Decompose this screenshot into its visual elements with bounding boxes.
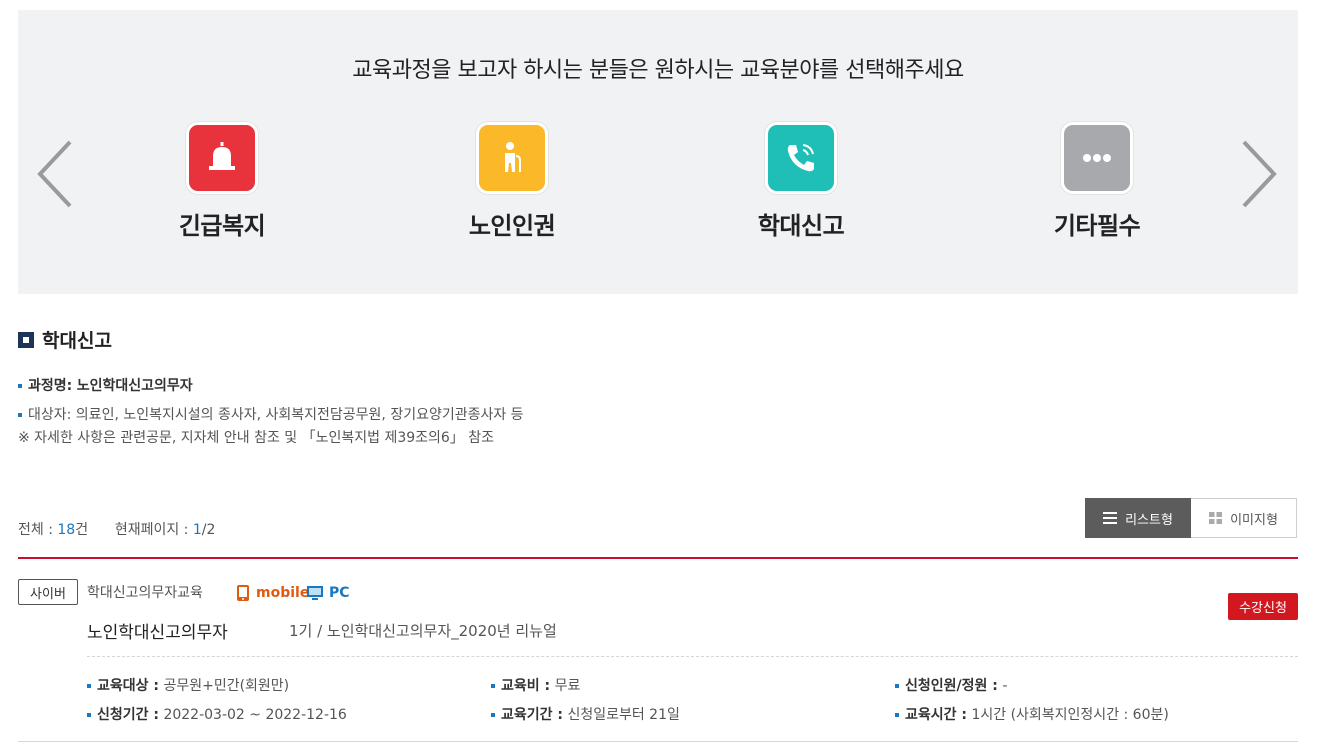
bullet-icon [18, 384, 22, 388]
phone-call-icon [787, 144, 814, 172]
category-tile [1061, 122, 1133, 194]
totals-info: 전체 : 18건 현재페이지 : 1/2 [18, 519, 215, 539]
detail-apply-period: 신청기간 : 2022-03-02 ~ 2022-12-16 [87, 704, 347, 724]
dashed-divider [87, 656, 1298, 657]
detail-value: 신청일로부터 21일 [563, 707, 680, 723]
category-tile [765, 122, 837, 194]
apply-button[interactable]: 수강신청 [1228, 593, 1298, 620]
mobile-badge: mobile [236, 584, 309, 602]
target-text: 대상자: 의료인, 노인복지시설의 종사자, 사회복지전담공무원, 장기요양기관… [28, 407, 524, 423]
category-label: 노인인권 [468, 212, 556, 240]
page-label: 현재페이지 : [114, 522, 193, 538]
panel-title: 교육과정을 보고자 하시는 분들은 원하시는 교육분야를 선택해주세요 [352, 58, 964, 83]
list-view-button[interactable]: 리스트형 [1085, 498, 1191, 538]
bottom-divider [18, 741, 1298, 742]
bullet-icon [87, 713, 91, 717]
image-view-button[interactable]: 이미지형 [1191, 498, 1297, 538]
bullet-icon [18, 413, 22, 417]
category-label: 학대신고 [757, 212, 845, 240]
course-title[interactable]: 노인학대신고의무자 [87, 618, 228, 643]
section-heading: 학대신고 [18, 326, 112, 353]
detail-edu-time: 교육시간 : 1시간 (사회복지인정시간 : 60분) [895, 704, 1169, 724]
detail-key: 교육비 : [501, 678, 551, 694]
bullet-icon [87, 684, 91, 688]
detail-value: 2022-03-02 ~ 2022-12-16 [159, 707, 347, 723]
prev-arrow-button[interactable] [36, 138, 76, 210]
square-bullet-icon [18, 331, 34, 348]
list-icon [1103, 512, 1118, 524]
section-title: 학대신고 [42, 330, 112, 352]
bullet-icon [895, 684, 899, 688]
detail-edu-period: 교육기간 : 신청일로부터 21일 [491, 704, 680, 724]
grid-icon [1209, 512, 1223, 524]
category-tile [476, 122, 548, 194]
course-name-label: 과정명: [28, 378, 73, 394]
category-panel: 교육과정을 보고자 하시는 분들은 원하시는 교육분야를 선택해주세요 긴급복지 [18, 10, 1298, 294]
category-elder-rights[interactable]: 노인인권 [412, 122, 612, 241]
detail-key: 신청기간 : [97, 707, 159, 723]
view-toggle: 리스트형 이미지형 [1085, 498, 1297, 538]
elderly-person-icon [505, 142, 521, 172]
course-session: 1기 / 노인학대신고의무자_2020년 리뉴얼 [289, 622, 557, 640]
category-other-required[interactable]: 기타필수 [997, 122, 1197, 241]
divider [18, 557, 1298, 559]
category-abuse-report[interactable]: 학대신고 [701, 122, 901, 241]
note-line: ※ 자세한 사항은 관련공문, 지자체 안내 참조 및 「노인복지법 제39조의… [18, 430, 495, 446]
course-name-line: 과정명: 노인학대신고의무자 [18, 375, 193, 395]
more-dots-icon [1083, 154, 1111, 162]
total-label: 전체 : [18, 522, 58, 538]
category-label: 긴급복지 [178, 212, 266, 240]
detail-value: 무료 [550, 678, 581, 694]
target-line: 대상자: 의료인, 노인복지시설의 종사자, 사회복지전담공무원, 장기요양기관… [18, 404, 524, 424]
detail-value: 1시간 (사회복지인정시간 : 60분) [967, 707, 1169, 723]
category-emergency-welfare[interactable]: 긴급복지 [122, 122, 322, 241]
detail-quota: 신청인원/정원 : - [895, 675, 1007, 695]
page-current: 1 [192, 522, 202, 538]
total-count: 18 [57, 522, 76, 538]
page-total: /2 [201, 522, 216, 538]
detail-key: 신청인원/정원 : [905, 678, 998, 694]
chevron-right-icon [1242, 140, 1277, 208]
total-unit: 건 [75, 522, 89, 538]
cyber-tag: 사이버 [18, 579, 78, 605]
detail-target: 교육대상 : 공무원+민간(회원만) [87, 675, 289, 695]
monitor-icon [307, 586, 323, 600]
mobile-phone-icon [237, 585, 249, 601]
category-tile [186, 122, 258, 194]
detail-fee: 교육비 : 무료 [491, 675, 580, 695]
alarm-bell-icon [209, 142, 235, 170]
detail-key: 교육시간 : [905, 707, 967, 723]
bullet-icon [491, 713, 495, 717]
bullet-icon [895, 713, 899, 717]
mobile-label: mobile [256, 585, 310, 601]
detail-value: - [997, 678, 1008, 694]
chevron-left-icon [37, 140, 72, 208]
course-name-value: 노인학대신고의무자 [76, 378, 193, 394]
pc-label: PC [329, 585, 350, 601]
bullet-icon [491, 684, 495, 688]
detail-value: 공무원+민간(회원만) [159, 678, 290, 694]
detail-key: 교육기간 : [501, 707, 563, 723]
detail-key: 교육대상 : [97, 678, 159, 694]
pc-badge: PC [306, 585, 350, 601]
course-category: 학대신고의무자교육 [87, 585, 203, 601]
category-label: 기타필수 [1053, 212, 1141, 240]
image-view-label: 이미지형 [1230, 512, 1278, 528]
list-view-label: 리스트형 [1125, 512, 1173, 528]
next-arrow-button[interactable] [1238, 138, 1278, 210]
